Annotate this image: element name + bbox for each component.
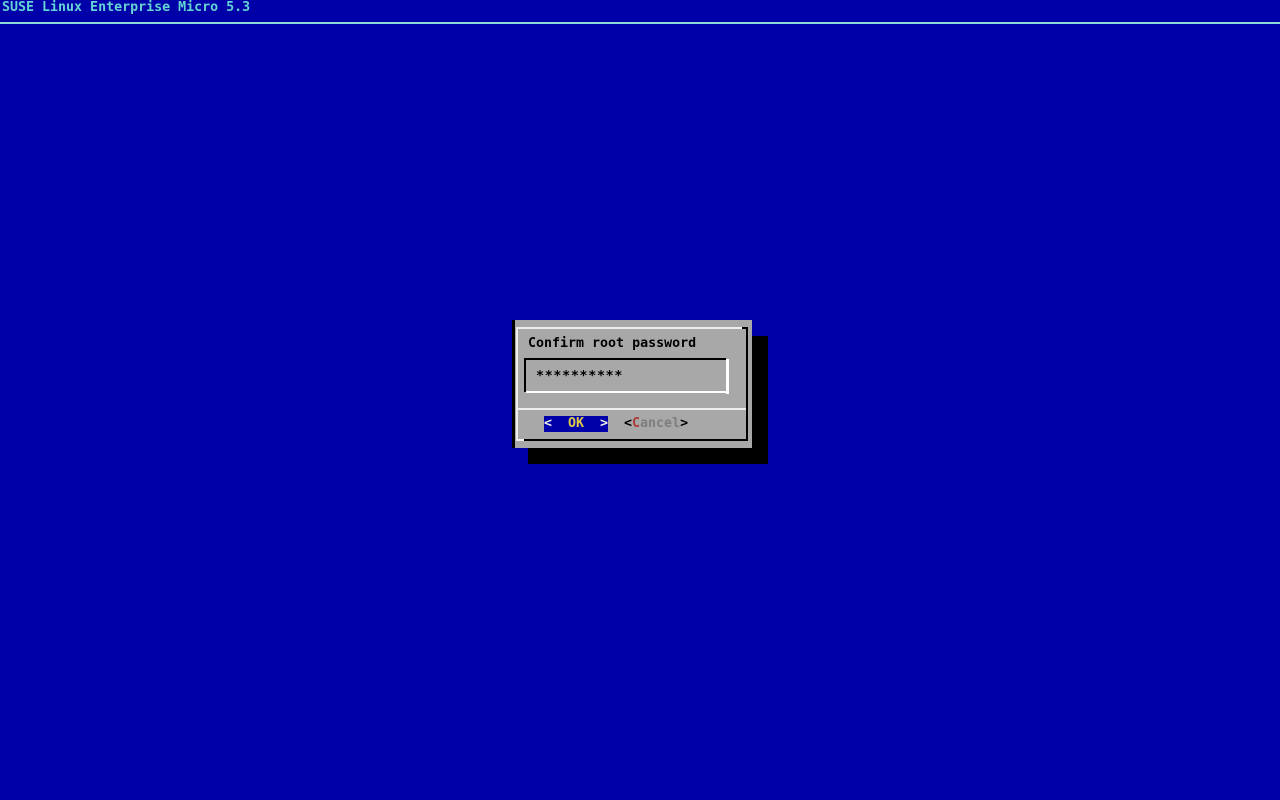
password-input[interactable]: ********** bbox=[526, 360, 726, 391]
cancel-button-hotkey: C bbox=[632, 416, 641, 431]
cancel-button[interactable]: <Cancel> bbox=[624, 416, 688, 432]
ok-button-label: OK bbox=[568, 416, 585, 431]
cancel-button-close-bracket: > bbox=[680, 416, 689, 431]
dialog-border-bottom-left-corner bbox=[516, 439, 524, 441]
dialog-border-bottom bbox=[524, 439, 748, 441]
dialog-border-right bbox=[746, 327, 748, 441]
password-input-border-bottom bbox=[526, 391, 729, 393]
dialog-left-edge bbox=[512, 320, 515, 448]
cancel-button-label: ancel bbox=[640, 416, 681, 431]
dialog-border-top bbox=[516, 327, 742, 329]
terminal-screen: { "screen": { "title": "SUSE Linux Enter… bbox=[0, 0, 1280, 800]
header-rule bbox=[0, 22, 1280, 24]
password-input-border-right bbox=[726, 359, 729, 394]
ok-button-left-arrow: < bbox=[544, 416, 569, 431]
dialog-border-left bbox=[516, 327, 518, 441]
cancel-button-open-bracket: < bbox=[624, 416, 633, 431]
screen-title: SUSE Linux Enterprise Micro 5.3 bbox=[2, 0, 251, 15]
password-masked-value: ********** bbox=[536, 369, 624, 384]
ok-button-right-arrow: > bbox=[584, 416, 609, 431]
dialog-separator bbox=[518, 408, 746, 410]
confirm-root-password-dialog: Confirm root password ********** < OK > … bbox=[512, 320, 752, 448]
dialog-title: Confirm root password bbox=[528, 336, 697, 351]
ok-button[interactable]: < OK > bbox=[544, 416, 608, 432]
